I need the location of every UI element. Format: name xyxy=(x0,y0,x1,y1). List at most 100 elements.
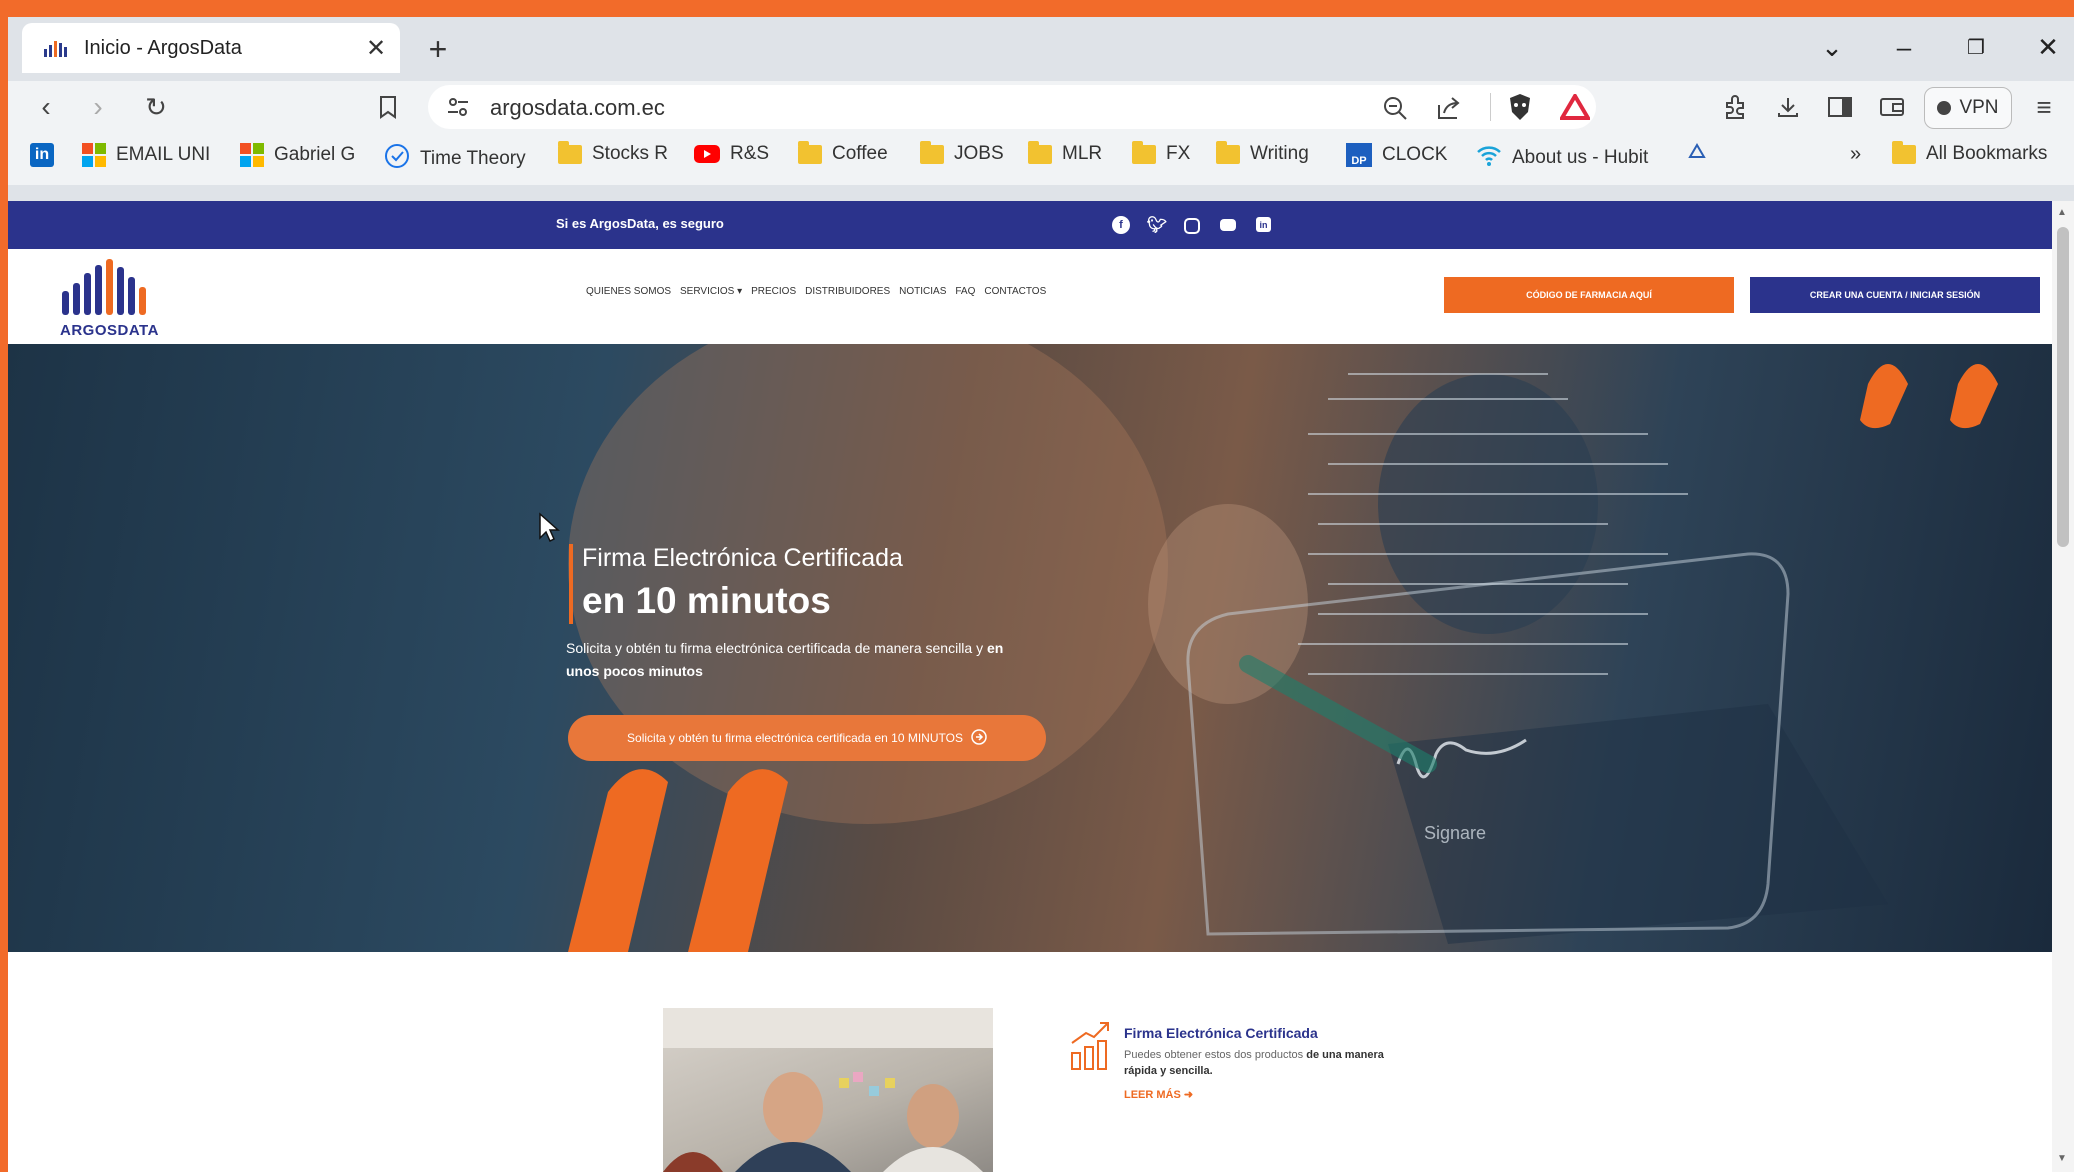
bookmark-extra[interactable] xyxy=(1688,143,1706,165)
bookmark-mlr[interactable]: MLR xyxy=(1028,140,1103,165)
twitter-icon[interactable]: 🐦︎ xyxy=(1147,216,1167,234)
linkedin-social-icon[interactable]: in xyxy=(1256,217,1271,232)
site-settings-icon[interactable] xyxy=(446,96,470,123)
page-scrollbar[interactable]: ▲ ▼ xyxy=(2052,201,2074,1172)
bookmark-coffee[interactable]: Coffee xyxy=(798,140,888,165)
vpn-status-icon xyxy=(1937,101,1952,115)
bookmark-label: Gabriel G xyxy=(274,144,356,165)
hero-background-image: Signare xyxy=(568,344,1998,952)
bookmark-stocks-r[interactable]: Stocks R xyxy=(558,140,668,165)
close-tab-icon[interactable]: ✕ xyxy=(360,32,392,64)
close-window-button[interactable]: ✕ xyxy=(2024,27,2072,67)
hero-cta-button[interactable]: Solicita y obtén tu firma electrónica ce… xyxy=(568,715,1046,761)
brave-rewards-icon[interactable] xyxy=(1558,92,1592,125)
bookmark-label: EMAIL UNI xyxy=(116,144,211,165)
sidebar-toggle-icon[interactable] xyxy=(1820,89,1860,125)
hero-description: Solicita y obtén tu firma electrónica ce… xyxy=(566,637,1006,683)
extensions-icon[interactable] xyxy=(1716,89,1756,125)
downloads-icon[interactable] xyxy=(1768,89,1808,125)
divider xyxy=(1490,93,1491,121)
bookmark-linkedin[interactable]: in xyxy=(30,143,54,167)
nav-servicios-label: SERVICIOS xyxy=(680,286,735,297)
bookmark-label: FX xyxy=(1166,143,1191,164)
nav-distribuidores[interactable]: DISTRIBUIDORES xyxy=(805,286,890,297)
scroll-down-arrow-icon[interactable]: ▼ xyxy=(2057,1153,2067,1164)
microsoft-icon xyxy=(240,143,264,167)
bookmark-fx[interactable]: FX xyxy=(1132,140,1191,165)
site-topbar: Si es ArgosData, es seguro f 🐦︎ in xyxy=(8,201,2052,249)
scroll-up-arrow-icon[interactable]: ▲ xyxy=(2057,207,2067,218)
argosdata-logo-icon[interactable] xyxy=(60,257,170,315)
bookmark-icon[interactable] xyxy=(368,89,408,125)
tab-search-chevron-icon[interactable]: ⌄ xyxy=(1808,27,1856,67)
folder-icon xyxy=(1216,140,1240,164)
bookmark-jobs[interactable]: JOBS xyxy=(920,140,1004,165)
facebook-icon[interactable]: f xyxy=(1112,216,1130,234)
all-bookmarks-label: All Bookmarks xyxy=(1926,143,2048,164)
nav-quienes-somos[interactable]: QUIENES SOMOS xyxy=(586,286,671,297)
triangle-logo-icon xyxy=(1688,143,1706,165)
hero-banner: Signare Firma Electrónica Certificada en… xyxy=(8,344,2052,952)
folder-icon xyxy=(798,140,822,164)
nav-servicios[interactable]: SERVICIOS ▾ xyxy=(680,286,742,297)
hero-title-line2: en 10 minutos xyxy=(582,580,831,621)
toolbar: ‹ › ↻ argosdata.com.ec VPN ≡ xyxy=(8,81,2074,133)
youtube-icon xyxy=(694,145,720,163)
bookmark-clock[interactable]: DP CLOCK xyxy=(1346,143,1447,167)
wifi-icon xyxy=(1476,143,1502,173)
wallet-icon[interactable] xyxy=(1872,89,1912,125)
signature-watermark-text: Signare xyxy=(1424,823,1486,843)
vpn-label: VPN xyxy=(1959,97,1999,118)
bookmark-label: MLR xyxy=(1062,143,1103,164)
nav-contactos[interactable]: CONTACTOS xyxy=(984,286,1046,297)
tab-inicio[interactable]: Inicio - ArgosData ✕ xyxy=(22,23,400,73)
bookmark-about-us-hubit[interactable]: About us - Hubit xyxy=(1476,143,1648,173)
new-tab-button[interactable]: + xyxy=(420,31,456,67)
nav-faq[interactable]: FAQ xyxy=(955,286,975,297)
bookmark-time-theory[interactable]: Time Theory xyxy=(384,143,526,175)
growth-chart-icon xyxy=(1068,1019,1112,1078)
minimize-button[interactable]: – xyxy=(1880,27,1928,67)
site-header: ARGOSDATA QUIENES SOMOS SERVICIOS ▾ PREC… xyxy=(8,249,2052,344)
nav-precios[interactable]: PRECIOS xyxy=(751,286,796,297)
vpn-button[interactable]: VPN xyxy=(1924,87,2012,129)
hero-cta-label: Solicita y obtén tu firma electrónica ce… xyxy=(627,731,963,745)
tab-strip: Inicio - ArgosData ✕ + ⌄ – ❐ ✕ xyxy=(8,17,2074,81)
scroll-thumb[interactable] xyxy=(2057,227,2069,547)
microsoft-icon xyxy=(82,143,106,167)
topbar-slogan: Si es ArgosData, es seguro xyxy=(556,216,724,231)
linkedin-icon: in xyxy=(30,143,54,167)
bookmark-rs[interactable]: R&S xyxy=(694,143,769,165)
url-text: argosdata.com.ec xyxy=(490,95,665,120)
zoom-icon[interactable] xyxy=(1382,95,1408,126)
check-circle-icon xyxy=(384,143,410,175)
read-more-link[interactable]: LEER MÁS ➜ xyxy=(1124,1088,1193,1101)
back-button[interactable]: ‹ xyxy=(26,89,66,125)
restore-button[interactable]: ❐ xyxy=(1952,27,2000,67)
brave-shields-icon[interactable] xyxy=(1506,92,1534,127)
share-icon[interactable] xyxy=(1436,95,1462,126)
reload-button[interactable]: ↻ xyxy=(136,89,176,125)
create-account-button[interactable]: CREAR UNA CUENTA / INICIAR SESIÓN xyxy=(1750,277,2040,313)
arrow-right-circle-icon xyxy=(971,728,987,748)
all-bookmarks[interactable]: All Bookmarks xyxy=(1892,140,2048,165)
nav-noticias[interactable]: NOTICIAS xyxy=(899,286,946,297)
bookmark-label: Writing xyxy=(1250,143,1309,164)
chevron-down-icon: ▾ xyxy=(737,286,743,297)
instagram-icon[interactable] xyxy=(1184,218,1200,234)
bookmark-email-uni[interactable]: EMAIL UNI xyxy=(82,143,210,167)
bookmark-label: Time Theory xyxy=(420,148,526,169)
folder-icon xyxy=(920,140,944,164)
youtube-social-icon[interactable] xyxy=(1220,219,1236,231)
read-more-label: LEER MÁS xyxy=(1124,1089,1181,1101)
pharmacy-code-button[interactable]: CÓDIGO DE FARMACIA AQUÍ xyxy=(1444,277,1734,313)
bookmark-writing[interactable]: Writing xyxy=(1216,140,1309,165)
bookmark-gabriel-g[interactable]: Gabriel G xyxy=(240,143,355,167)
more-bookmarks-chevron-icon[interactable]: » xyxy=(1850,143,1861,166)
web-page: Si es ArgosData, es seguro f 🐦︎ in ARGOS… xyxy=(8,201,2052,1172)
address-bar[interactable]: argosdata.com.ec xyxy=(428,85,1596,129)
menu-icon[interactable]: ≡ xyxy=(2024,89,2064,125)
bookmark-label: Coffee xyxy=(832,143,888,164)
forward-button[interactable]: › xyxy=(78,89,118,125)
tab-title: Inicio - ArgosData xyxy=(84,36,242,59)
